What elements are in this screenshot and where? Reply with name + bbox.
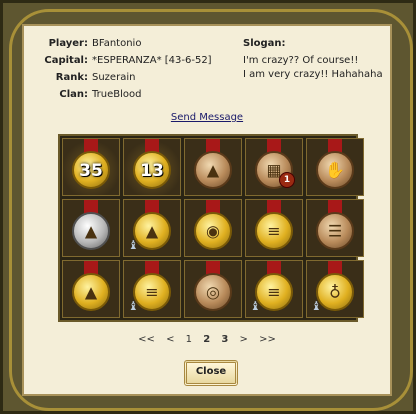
- prev-page-button[interactable]: <: [166, 334, 174, 345]
- medal-slot[interactable]: ▲: [62, 260, 120, 318]
- medal-slot[interactable]: 13: [123, 138, 181, 196]
- totem-icon: ☰: [327, 221, 343, 241]
- close-button[interactable]: Close: [184, 360, 238, 386]
- page-3-button[interactable]: 3: [221, 334, 228, 345]
- clan-value: TrueBlood: [92, 89, 142, 100]
- profile-info: Player: BFantonio Capital: *ESPERANZA* […: [30, 38, 386, 108]
- next-page-button[interactable]: >: [240, 334, 248, 345]
- hands-icon: ✋: [325, 160, 345, 180]
- send-message-link[interactable]: Send Message: [24, 112, 390, 123]
- medal-count: 35: [79, 161, 103, 182]
- medal-slot[interactable]: ≡ ♝: [123, 260, 181, 318]
- medal-slot[interactable]: ▲: [184, 138, 242, 196]
- medal-slot[interactable]: ◎: [184, 260, 242, 318]
- capital-value: *ESPERANZA* [43-6-52]: [92, 55, 212, 66]
- slogan-label: Slogan:: [243, 38, 286, 49]
- sack-icon: ▲: [84, 221, 98, 241]
- coins-icon: ◎: [206, 282, 220, 302]
- profile-panel: Player: BFantonio Capital: *ESPERANZA* […: [22, 24, 392, 396]
- medal-count: 13: [140, 161, 164, 182]
- medal-slot[interactable]: ▲ ♝: [123, 199, 181, 257]
- player-value: BFantonio: [92, 38, 142, 49]
- medal-grid: 35 13 ▲ ▦ 1 ✋ ▲ ▲ ♝ ◉ ≡ ☰ ▲ ≡ ♝ ◎ ≡ ♝ ♁ ♝: [58, 134, 364, 322]
- medal-slot[interactable]: ▲: [62, 199, 120, 257]
- capital-label: Capital:: [44, 55, 88, 66]
- medal-slot[interactable]: 35: [62, 138, 120, 196]
- sack-icon: ▲: [206, 160, 220, 180]
- wizard-icon: ♝: [311, 299, 322, 313]
- player-label: Player:: [48, 38, 88, 49]
- sack-icon: ▲: [84, 282, 98, 302]
- vase-icon: ♁: [329, 282, 341, 302]
- scroll-icon: ≡: [145, 282, 159, 302]
- clan-label: Clan:: [59, 89, 88, 100]
- slogan-line-2: I am very crazy!! Hahahaha: [243, 69, 383, 80]
- sack-icon: ▲: [145, 221, 159, 241]
- first-page-button[interactable]: <<: [138, 334, 155, 345]
- scroll-icon: ≡: [267, 221, 281, 241]
- medal-slot[interactable]: ▦ 1: [245, 138, 303, 196]
- pagination: << < 1 2 3 > >>: [24, 334, 390, 345]
- wizard-icon: ♝: [128, 238, 139, 252]
- page-1-button[interactable]: 1: [186, 334, 192, 345]
- last-page-button[interactable]: >>: [259, 334, 276, 345]
- rank-value: Suzerain: [92, 72, 136, 83]
- medal-slot[interactable]: ≡ ♝: [245, 260, 303, 318]
- rank-label: Rank:: [55, 72, 88, 83]
- medal-slot[interactable]: ≡: [245, 199, 303, 257]
- count-badge: 1: [279, 172, 295, 188]
- page-2-button[interactable]: 2: [203, 334, 210, 345]
- scroll-icon: ≡: [267, 282, 281, 302]
- slogan-line-1: I'm crazy?? Of course!!: [243, 55, 359, 66]
- eye-icon: ◉: [206, 221, 220, 241]
- wizard-icon: ♝: [128, 299, 139, 313]
- medal-slot[interactable]: ◉: [184, 199, 242, 257]
- medal-slot[interactable]: ♁ ♝: [306, 260, 364, 318]
- wizard-icon: ♝: [250, 299, 261, 313]
- medal-slot[interactable]: ☰: [306, 199, 364, 257]
- medal-slot[interactable]: ✋: [306, 138, 364, 196]
